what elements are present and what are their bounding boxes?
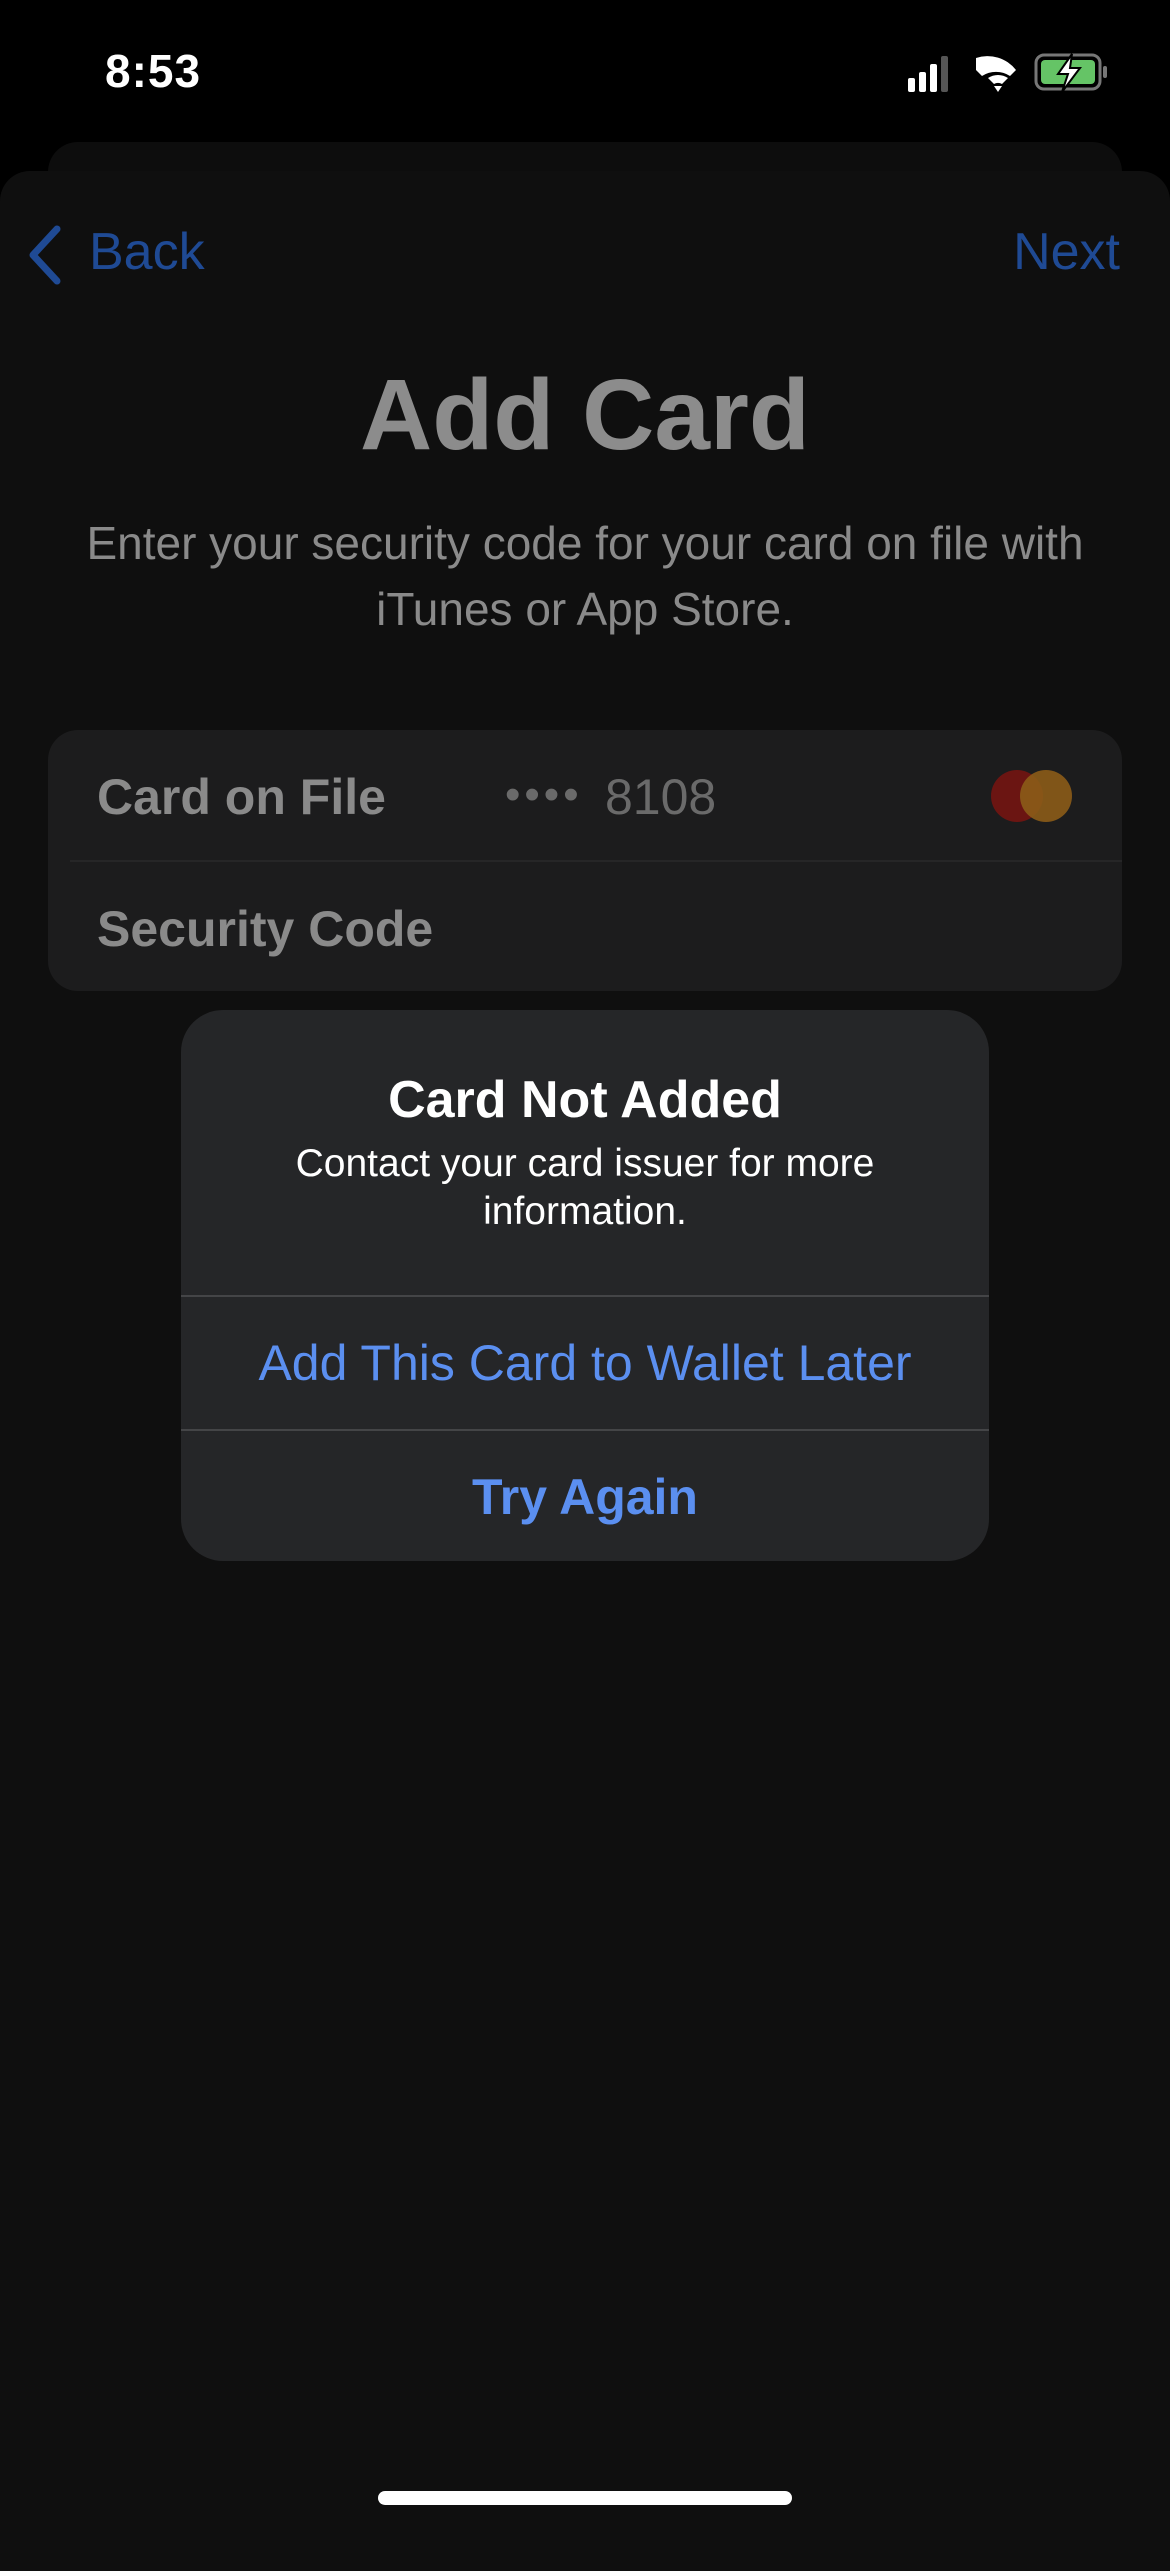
security-code-field[interactable]: Security Code (48, 862, 1122, 992)
home-indicator[interactable] (378, 2491, 792, 2505)
back-label[interactable]: Back (89, 222, 205, 282)
status-icons (908, 52, 1118, 101)
card-on-file-label: Card on File (97, 769, 386, 825)
cellular-signal-icon (908, 56, 948, 92)
alert-message: Contact your card issuer for more inform… (295, 1142, 875, 1233)
card-form: Card on File •••• 8108 Security Code (48, 730, 1122, 991)
wifi-icon (976, 56, 1016, 92)
card-masked-dots: •••• (505, 770, 583, 819)
next-button[interactable]: Next (1013, 222, 1120, 282)
security-code-label: Security Code (97, 901, 434, 957)
try-again-button[interactable]: Try Again (181, 1431, 989, 1561)
mastercard-icon-overlap (1020, 770, 1072, 822)
back-button[interactable] (27, 225, 63, 290)
page-subtitle: Enter your security code for your card o… (86, 517, 1084, 635)
status-time: 8:53 (105, 45, 202, 97)
card-last4: 8108 (605, 769, 717, 825)
add-card-later-button[interactable]: Add This Card to Wallet Later (181, 1297, 989, 1429)
card-on-file-row: Card on File •••• 8108 (48, 730, 1122, 860)
card-not-added-alert: Card Not Added Contact your card issuer … (181, 1010, 989, 1561)
chevron-left-icon (29, 225, 61, 285)
page-title: Add Card (360, 359, 810, 471)
battery-charging-icon (1034, 53, 1107, 93)
alert-title: Card Not Added (388, 1071, 782, 1129)
